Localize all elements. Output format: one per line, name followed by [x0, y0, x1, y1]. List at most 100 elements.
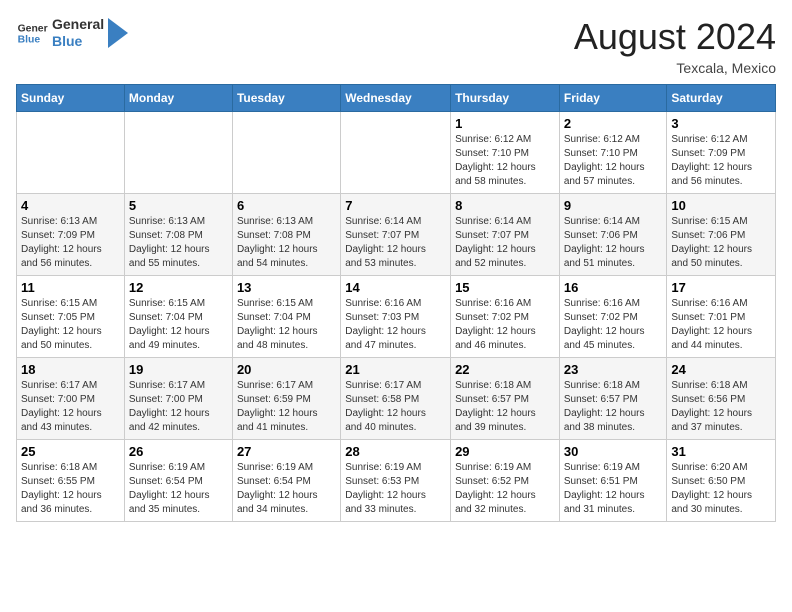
calendar-cell: 4 Sunrise: 6:13 AM Sunset: 7:09 PM Daylig…: [17, 194, 125, 276]
day-number: 24: [671, 362, 771, 377]
header-cell-thursday: Thursday: [451, 85, 560, 112]
day-info: Sunrise: 6:15 AM Sunset: 7:04 PM Dayligh…: [237, 297, 336, 353]
day-number: 6: [237, 198, 336, 213]
day-info: Sunrise: 6:13 AM Sunset: 7:08 PM Dayligh…: [237, 215, 336, 271]
day-number: 3: [671, 116, 771, 131]
day-info: Sunrise: 6:16 AM Sunset: 7:03 PM Dayligh…: [345, 297, 446, 353]
calendar-week-5: 25 Sunrise: 6:18 AM Sunset: 6:55 PM Dayli…: [17, 440, 776, 522]
calendar-cell: 25 Sunrise: 6:18 AM Sunset: 6:55 PM Dayli…: [17, 440, 125, 522]
calendar-table: SundayMondayTuesdayWednesdayThursdayFrid…: [16, 84, 776, 522]
day-info: Sunrise: 6:14 AM Sunset: 7:07 PM Dayligh…: [345, 215, 446, 271]
day-number: 9: [564, 198, 663, 213]
day-info: Sunrise: 6:16 AM Sunset: 7:02 PM Dayligh…: [455, 297, 555, 353]
day-number: 12: [129, 280, 228, 295]
day-number: 30: [564, 444, 663, 459]
header-cell-tuesday: Tuesday: [232, 85, 340, 112]
day-info: Sunrise: 6:15 AM Sunset: 7:06 PM Dayligh…: [671, 215, 771, 271]
calendar-cell: 31 Sunrise: 6:20 AM Sunset: 6:50 PM Dayli…: [667, 440, 776, 522]
day-info: Sunrise: 6:18 AM Sunset: 6:57 PM Dayligh…: [455, 379, 555, 435]
header-cell-sunday: Sunday: [17, 85, 125, 112]
day-number: 16: [564, 280, 663, 295]
calendar-body: 1 Sunrise: 6:12 AM Sunset: 7:10 PM Daylig…: [17, 112, 776, 522]
day-info: Sunrise: 6:13 AM Sunset: 7:09 PM Dayligh…: [21, 215, 120, 271]
logo-icon: General Blue: [16, 17, 48, 49]
day-info: Sunrise: 6:14 AM Sunset: 7:06 PM Dayligh…: [564, 215, 663, 271]
calendar-week-3: 11Sunrise: 6:15 AM Sunset: 7:05 PM Dayli…: [17, 276, 776, 358]
calendar-cell: 9 Sunrise: 6:14 AM Sunset: 7:06 PM Daylig…: [559, 194, 667, 276]
logo-line2: Blue: [52, 33, 104, 50]
day-info: Sunrise: 6:18 AM Sunset: 6:56 PM Dayligh…: [671, 379, 771, 435]
calendar-cell: 13 Sunrise: 6:15 AM Sunset: 7:04 PM Dayli…: [232, 276, 340, 358]
day-number: 4: [21, 198, 120, 213]
calendar-cell: 26Sunrise: 6:19 AM Sunset: 6:54 PM Dayli…: [124, 440, 232, 522]
header-cell-wednesday: Wednesday: [341, 85, 451, 112]
logo-arrow-icon: [108, 18, 128, 48]
day-number: 15: [455, 280, 555, 295]
day-number: 14: [345, 280, 446, 295]
day-number: 5: [129, 198, 228, 213]
day-number: 7: [345, 198, 446, 213]
svg-text:Blue: Blue: [18, 34, 41, 45]
day-number: 25: [21, 444, 120, 459]
day-number: 23: [564, 362, 663, 377]
logo-line1: General: [52, 16, 104, 33]
calendar-week-2: 4 Sunrise: 6:13 AM Sunset: 7:09 PM Daylig…: [17, 194, 776, 276]
day-number: 20: [237, 362, 336, 377]
day-info: Sunrise: 6:17 AM Sunset: 7:00 PM Dayligh…: [129, 379, 228, 435]
calendar-cell: 20 Sunrise: 6:17 AM Sunset: 6:59 PM Dayli…: [232, 358, 340, 440]
day-number: 8: [455, 198, 555, 213]
day-number: 10: [671, 198, 771, 213]
day-number: 31: [671, 444, 771, 459]
day-info: Sunrise: 6:12 AM Sunset: 7:10 PM Dayligh…: [455, 133, 555, 189]
calendar-cell: [341, 112, 451, 194]
title-block: August 2024 Texcala, Mexico: [574, 16, 776, 76]
day-info: Sunrise: 6:15 AM Sunset: 7:04 PM Dayligh…: [129, 297, 228, 353]
day-number: 18: [21, 362, 120, 377]
calendar-cell: 6 Sunrise: 6:13 AM Sunset: 7:08 PM Daylig…: [232, 194, 340, 276]
day-info: Sunrise: 6:12 AM Sunset: 7:09 PM Dayligh…: [671, 133, 771, 189]
day-info: Sunrise: 6:19 AM Sunset: 6:52 PM Dayligh…: [455, 461, 555, 517]
calendar-cell: 23Sunrise: 6:18 AM Sunset: 6:57 PM Dayli…: [559, 358, 667, 440]
calendar-cell: 15 Sunrise: 6:16 AM Sunset: 7:02 PM Dayli…: [451, 276, 560, 358]
calendar-cell: 18 Sunrise: 6:17 AM Sunset: 7:00 PM Dayli…: [17, 358, 125, 440]
day-number: 27: [237, 444, 336, 459]
header-row: SundayMondayTuesdayWednesdayThursdayFrid…: [17, 85, 776, 112]
day-info: Sunrise: 6:17 AM Sunset: 6:58 PM Dayligh…: [345, 379, 446, 435]
calendar-cell: 24 Sunrise: 6:18 AM Sunset: 6:56 PM Dayli…: [667, 358, 776, 440]
day-info: Sunrise: 6:18 AM Sunset: 6:55 PM Dayligh…: [21, 461, 120, 517]
header-cell-friday: Friday: [559, 85, 667, 112]
day-number: 29: [455, 444, 555, 459]
header-cell-saturday: Saturday: [667, 85, 776, 112]
day-info: Sunrise: 6:16 AM Sunset: 7:02 PM Dayligh…: [564, 297, 663, 353]
day-number: 21: [345, 362, 446, 377]
day-number: 13: [237, 280, 336, 295]
calendar-cell: 16 Sunrise: 6:16 AM Sunset: 7:02 PM Dayli…: [559, 276, 667, 358]
day-info: Sunrise: 6:19 AM Sunset: 6:54 PM Dayligh…: [129, 461, 228, 517]
calendar-cell: 14 Sunrise: 6:16 AM Sunset: 7:03 PM Dayli…: [341, 276, 451, 358]
day-number: 17: [671, 280, 771, 295]
location-subtitle: Texcala, Mexico: [574, 60, 776, 76]
day-number: 2: [564, 116, 663, 131]
day-info: Sunrise: 6:19 AM Sunset: 6:51 PM Dayligh…: [564, 461, 663, 517]
logo: General Blue General Blue: [16, 16, 128, 50]
day-number: 1: [455, 116, 555, 131]
calendar-week-1: 1 Sunrise: 6:12 AM Sunset: 7:10 PM Daylig…: [17, 112, 776, 194]
calendar-cell: 5 Sunrise: 6:13 AM Sunset: 7:08 PM Daylig…: [124, 194, 232, 276]
calendar-cell: 7 Sunrise: 6:14 AM Sunset: 7:07 PM Daylig…: [341, 194, 451, 276]
day-info: Sunrise: 6:12 AM Sunset: 7:10 PM Dayligh…: [564, 133, 663, 189]
calendar-cell: 12 Sunrise: 6:15 AM Sunset: 7:04 PM Dayli…: [124, 276, 232, 358]
header-cell-monday: Monday: [124, 85, 232, 112]
calendar-cell: 8Sunrise: 6:14 AM Sunset: 7:07 PM Daylig…: [451, 194, 560, 276]
day-info: Sunrise: 6:17 AM Sunset: 6:59 PM Dayligh…: [237, 379, 336, 435]
calendar-cell: 11Sunrise: 6:15 AM Sunset: 7:05 PM Dayli…: [17, 276, 125, 358]
day-info: Sunrise: 6:16 AM Sunset: 7:01 PM Dayligh…: [671, 297, 771, 353]
day-info: Sunrise: 6:19 AM Sunset: 6:54 PM Dayligh…: [237, 461, 336, 517]
page-header: General Blue General Blue August 2024 Te…: [16, 16, 776, 76]
day-info: Sunrise: 6:20 AM Sunset: 6:50 PM Dayligh…: [671, 461, 771, 517]
day-info: Sunrise: 6:13 AM Sunset: 7:08 PM Dayligh…: [129, 215, 228, 271]
calendar-week-4: 18 Sunrise: 6:17 AM Sunset: 7:00 PM Dayli…: [17, 358, 776, 440]
calendar-cell: 10 Sunrise: 6:15 AM Sunset: 7:06 PM Dayli…: [667, 194, 776, 276]
calendar-cell: 29 Sunrise: 6:19 AM Sunset: 6:52 PM Dayli…: [451, 440, 560, 522]
calendar-cell: 22Sunrise: 6:18 AM Sunset: 6:57 PM Dayli…: [451, 358, 560, 440]
day-info: Sunrise: 6:17 AM Sunset: 7:00 PM Dayligh…: [21, 379, 120, 435]
